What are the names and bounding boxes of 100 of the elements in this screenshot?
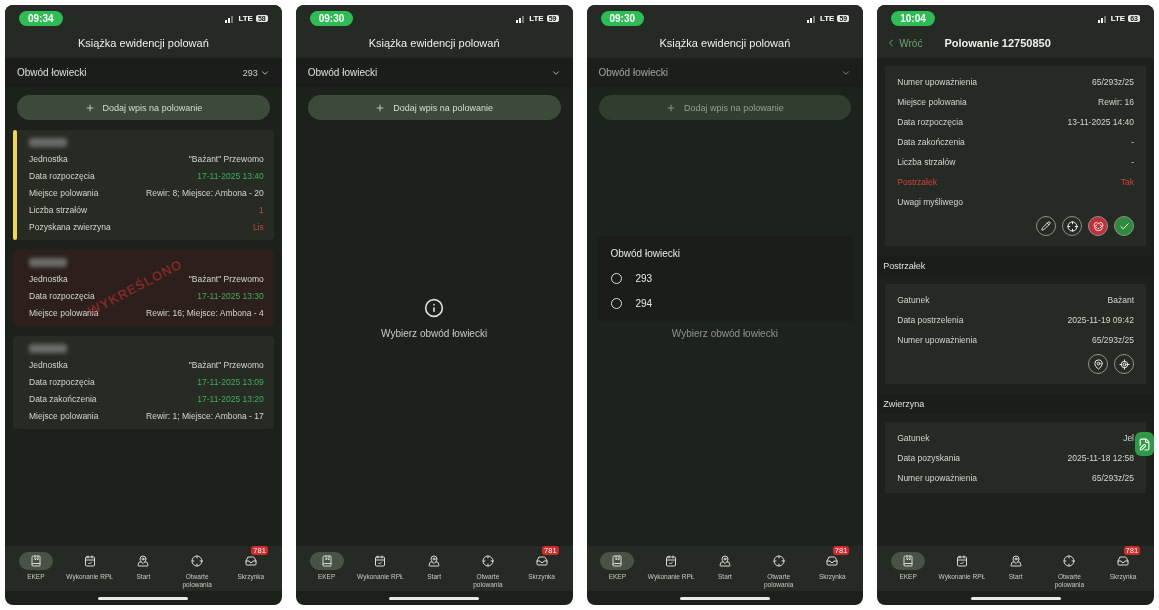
- field-value: 2025-11-19 09:42: [1067, 314, 1134, 325]
- signal-icon: [225, 14, 236, 23]
- field-label: Pozyskana zwierzyna: [29, 221, 111, 232]
- field-label: Jednostka: [29, 153, 68, 164]
- hunting-area-dropdown[interactable]: Obwód łowiecki 293: [5, 58, 282, 87]
- field-label: Liczba strzałów: [29, 204, 88, 215]
- field-value: Lis: [252, 221, 264, 232]
- status-time: 09:30: [309, 11, 354, 26]
- field-value: Bażant: [1107, 294, 1134, 305]
- book-icon: [320, 555, 333, 568]
- target-icon: [1118, 358, 1130, 370]
- field-value: Rewir: 8; Miejsce: Ambona - 20: [146, 187, 264, 198]
- crosshair-icon: [772, 555, 785, 568]
- map-pin-icon: [718, 555, 731, 568]
- field-value: 13-11-2025 14:40: [1067, 116, 1134, 127]
- field-value: 65/293z/25: [1091, 76, 1134, 87]
- field-label: Postrzałek: [897, 176, 937, 187]
- plus-icon: [666, 102, 677, 113]
- section-header: Zwierzyna: [877, 394, 1154, 414]
- field-label: Data zakończenia: [897, 136, 965, 147]
- plus-icon: [84, 102, 95, 113]
- field-label: Jednostka: [29, 359, 68, 370]
- network-label: LTE: [1110, 14, 1126, 23]
- network-label: LTE: [819, 14, 835, 23]
- inbox-icon: [1117, 555, 1130, 568]
- signal-icon: [516, 14, 527, 23]
- field-value: "Bażant" Przewomo: [188, 273, 264, 284]
- field-value: 1: [259, 204, 264, 215]
- dog-button[interactable]: [1088, 216, 1108, 236]
- field-label: Gatunek: [897, 294, 930, 305]
- field-label: Data zakończenia: [29, 393, 97, 404]
- map-pin-icon: [1009, 555, 1022, 568]
- field-label: Numer upoważnienia: [897, 472, 978, 483]
- field-value: 17-11-2025 13:30: [197, 290, 264, 301]
- book-icon: [611, 555, 624, 568]
- field-label: Miejsce polowania: [29, 410, 99, 421]
- signal-icon: [806, 14, 817, 23]
- field-value: 17-11-2025 13:09: [197, 376, 264, 387]
- radio-option[interactable]: 293: [610, 273, 840, 284]
- book-icon: [29, 555, 42, 568]
- calendar-icon: [665, 555, 678, 568]
- redacted-title: [29, 258, 67, 267]
- status-time: 10:04: [891, 11, 935, 26]
- radio-option[interactable]: 294: [610, 298, 840, 309]
- field-value: 65/293z/25: [1091, 472, 1134, 483]
- network-label: LTE: [529, 14, 544, 23]
- add-entry-button[interactable]: Dodaj wpis na polowanie: [307, 95, 561, 120]
- network-label: LTE: [238, 14, 253, 23]
- crosshair-icon: [481, 555, 494, 568]
- add-entry-button[interactable]: Dodaj wpis na polowanie: [17, 95, 270, 120]
- hunt-entry-card[interactable]: Jednostka "Bażant" Przewomo Data rozpoczęcia 17-11-2025 13:09 Data zakończenia 17-11-2025 13:20 Miejsce polowania Rewir: 1; Miejsce: Ambona - 17: [13, 336, 274, 429]
- inbox-icon: [826, 555, 839, 568]
- screen-title: Polowanie 12750850: [944, 37, 1051, 49]
- edit-document-button[interactable]: [1135, 432, 1154, 456]
- field-value: "Bażant" Przewomo: [188, 153, 264, 164]
- check-button[interactable]: [1114, 216, 1134, 236]
- document-pen-icon: [1138, 437, 1151, 451]
- status-time: 09:34: [19, 11, 63, 26]
- inbox-icon: [535, 555, 548, 568]
- check-icon: [1118, 220, 1130, 232]
- field-value: -: [1131, 156, 1134, 167]
- hunting-area-dropdown[interactable]: Obwód łowiecki: [295, 58, 573, 87]
- calendar-icon: [83, 555, 96, 568]
- field-value: Rewir: 16: [1098, 96, 1134, 107]
- field-value: "Bażant" Przewomo: [188, 359, 264, 370]
- field-label: Gatunek: [897, 432, 930, 443]
- field-value: 17-11-2025 13:40: [197, 170, 264, 181]
- field-label: Miejsce polowania: [897, 96, 967, 107]
- map-pin-icon: [137, 555, 150, 568]
- crosshair-icon: [1063, 555, 1076, 568]
- empty-message: Wybierz obwód łowiecki: [381, 327, 488, 339]
- field-label: Data rozpoczęcia: [897, 116, 963, 127]
- dialog-title: Obwód łowiecki: [610, 248, 681, 259]
- field-label: Data rozpoczęcia: [29, 376, 95, 387]
- field-label: Uwagi myśliwego: [897, 196, 963, 207]
- signal-icon: [1097, 14, 1108, 23]
- book-icon: [902, 555, 915, 568]
- field-label: Data postrzelenia: [897, 314, 964, 325]
- crosshair-icon: [191, 555, 204, 568]
- inbox-icon: [244, 555, 257, 568]
- plus-icon: [375, 102, 386, 113]
- redacted-title: [29, 138, 67, 147]
- field-label: Data rozpoczęcia: [29, 170, 95, 181]
- crosshair-icon: [1066, 220, 1078, 232]
- field-label: Numer upoważnienia: [897, 76, 978, 87]
- field-value: Rewir: 1; Miejsce: Ambona - 17: [146, 410, 264, 421]
- field-value: 17-11-2025 13:20: [197, 393, 264, 404]
- field-label: Numer upoważnienia: [897, 334, 978, 345]
- hunt-entry-card[interactable]: Jednostka "Bażant" Przewomo Data rozpoczęcia 17-11-2025 13:40 Miejsce polowania Rewir: 8; Miejsce: Ambona - 20 Liczba strzałów 1 Pozyskana zwierzyna Lis: [13, 130, 274, 240]
- field-label: Jednostka: [29, 273, 68, 284]
- empty-message: Wybierz obwód łowiecki: [671, 327, 778, 339]
- screen-title: Książka ewidencji polowań: [77, 37, 209, 49]
- map-pin-icon: [1092, 358, 1104, 370]
- pencil-icon: [1041, 221, 1051, 231]
- map-pin-icon: [428, 555, 441, 568]
- section-header: Postrzałek: [877, 256, 1154, 276]
- status-time: 09:30: [600, 11, 645, 26]
- back-button[interactable]: Wróć: [885, 37, 923, 49]
- add-entry-button[interactable]: Dodaj wpis na polowanie: [598, 95, 852, 120]
- calendar-icon: [374, 555, 387, 568]
